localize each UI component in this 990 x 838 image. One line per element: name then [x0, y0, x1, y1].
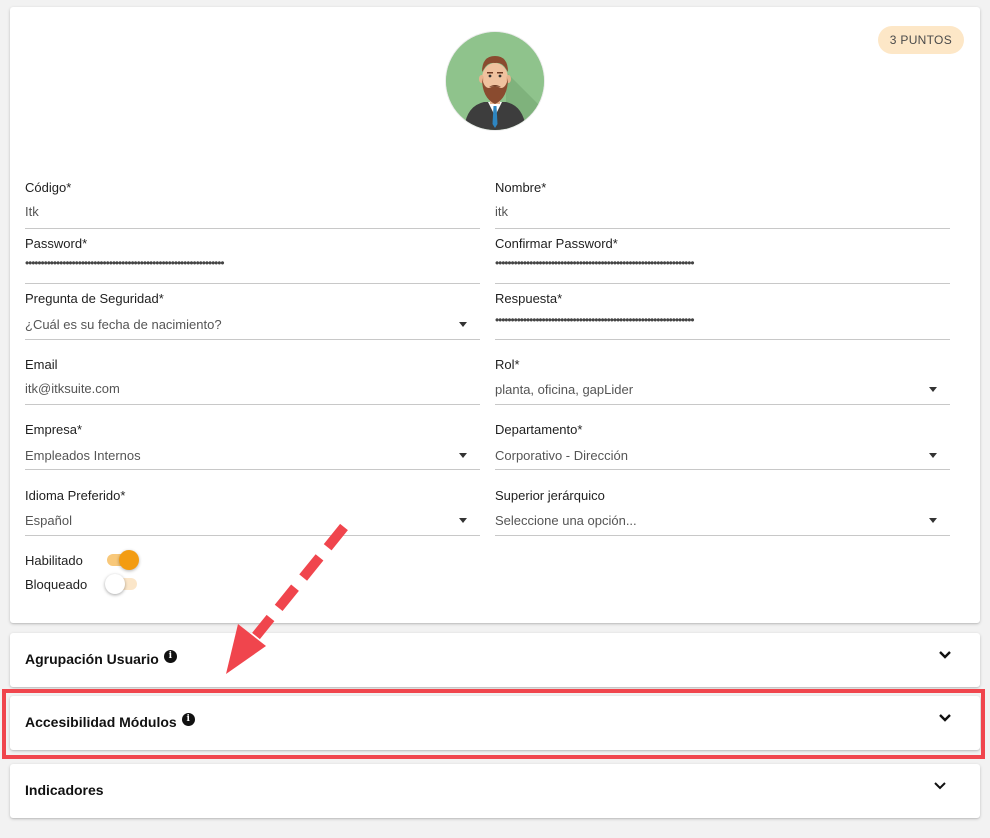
- confirm-password-underline: [495, 283, 950, 284]
- password-field[interactable]: Password* ••••••••••••••••••••••••••••••…: [25, 236, 480, 286]
- points-badge: 3 PUNTOS: [877, 26, 964, 54]
- panel-agrupacion-usuario[interactable]: Agrupación Usuario i: [10, 633, 980, 687]
- chevron-down-icon[interactable]: [938, 713, 952, 723]
- security-question-label: Pregunta de Seguridad*: [25, 291, 164, 306]
- departamento-underline: [495, 469, 950, 470]
- bloqueado-label: Bloqueado: [25, 577, 88, 592]
- idioma-value[interactable]: Español: [25, 513, 72, 528]
- empresa-underline: [25, 469, 480, 470]
- email-value[interactable]: itk@itksuite.com: [25, 381, 120, 396]
- security-question-select[interactable]: Pregunta de Seguridad* ¿Cuál es su fecha…: [25, 291, 480, 343]
- email-field[interactable]: Email itk@itksuite.com: [25, 357, 480, 407]
- empresa-value[interactable]: Empleados Internos: [25, 448, 141, 463]
- user-form-card: 3 PUNTOS Código* Itk Nombre* itk Passwor…: [10, 7, 980, 623]
- password-value[interactable]: ••••••••••••••••••••••••••••••••••••••••…: [25, 256, 225, 270]
- answer-label: Respuesta*: [495, 291, 563, 306]
- idioma-underline: [25, 535, 480, 536]
- email-label: Email: [25, 357, 58, 372]
- departamento-value[interactable]: Corporativo - Dirección: [495, 448, 628, 463]
- idioma-label: Idioma Preferido*: [25, 488, 126, 503]
- nombre-field[interactable]: Nombre* itk: [495, 180, 950, 230]
- codigo-label: Código*: [25, 180, 72, 195]
- chevron-down-icon[interactable]: [938, 650, 952, 660]
- idioma-select[interactable]: Idioma Preferido* Español: [25, 488, 480, 538]
- email-underline: [25, 404, 480, 405]
- panel-accesibilidad-modulos[interactable]: Accesibilidad Módulos i: [10, 696, 980, 750]
- user-avatar-icon[interactable]: [446, 32, 544, 130]
- answer-value[interactable]: ••••••••••••••••••••••••••••••••••••••••…: [495, 313, 695, 327]
- security-question-value[interactable]: ¿Cuál es su fecha de nacimiento?: [25, 317, 222, 332]
- answer-underline: [495, 339, 950, 340]
- nombre-underline: [495, 228, 950, 229]
- panel-title: Agrupación Usuario i: [25, 649, 177, 667]
- habilitado-toggle[interactable]: [105, 549, 139, 571]
- panel-indicadores[interactable]: Indicadores: [10, 764, 980, 818]
- chevron-down-icon[interactable]: [929, 453, 937, 458]
- nombre-label: Nombre*: [495, 180, 547, 195]
- toggle-thumb[interactable]: [105, 574, 125, 594]
- panel-title-text: Accesibilidad Módulos: [25, 714, 177, 730]
- rol-select[interactable]: Rol* planta, oficina, gapLider: [495, 357, 950, 407]
- panel-title: Indicadores: [25, 782, 104, 798]
- confirm-password-field[interactable]: Confirmar Password* ••••••••••••••••••••…: [495, 236, 950, 286]
- confirm-password-label: Confirmar Password*: [495, 236, 618, 251]
- password-underline: [25, 283, 480, 284]
- chevron-down-icon[interactable]: [933, 781, 947, 791]
- habilitado-label: Habilitado: [25, 553, 83, 568]
- nombre-value[interactable]: itk: [495, 204, 508, 219]
- panel-title-text: Indicadores: [25, 782, 104, 798]
- habilitado-row: Habilitado: [25, 550, 165, 575]
- departamento-label: Departamento*: [495, 422, 583, 437]
- toggle-thumb[interactable]: [119, 550, 139, 570]
- empresa-label: Empresa*: [25, 422, 83, 437]
- empresa-select[interactable]: Empresa* Empleados Internos: [25, 422, 480, 472]
- rol-label: Rol*: [495, 357, 520, 372]
- codigo-underline: [25, 228, 480, 229]
- superior-underline: [495, 535, 950, 536]
- confirm-password-value[interactable]: ••••••••••••••••••••••••••••••••••••••••…: [495, 256, 695, 270]
- superior-select[interactable]: Superior jerárquico Seleccione una opció…: [495, 488, 950, 538]
- chevron-down-icon[interactable]: [929, 387, 937, 392]
- panel-title-text: Agrupación Usuario: [25, 651, 159, 667]
- superior-value[interactable]: Seleccione una opción...: [495, 513, 637, 528]
- password-label: Password*: [25, 236, 88, 251]
- info-icon[interactable]: i: [181, 712, 195, 726]
- superior-label: Superior jerárquico: [495, 488, 605, 503]
- chevron-down-icon[interactable]: [459, 518, 467, 523]
- rol-value[interactable]: planta, oficina, gapLider: [495, 382, 633, 397]
- chevron-down-icon[interactable]: [929, 518, 937, 523]
- codigo-field[interactable]: Código* Itk: [25, 180, 480, 230]
- bloqueado-toggle[interactable]: [105, 573, 139, 595]
- codigo-value[interactable]: Itk: [25, 204, 39, 219]
- security-question-underline: [25, 339, 480, 340]
- chevron-down-icon[interactable]: [459, 322, 467, 327]
- panel-title: Accesibilidad Módulos i: [25, 712, 195, 730]
- info-icon[interactable]: i: [163, 649, 177, 663]
- rol-underline: [495, 404, 950, 405]
- chevron-down-icon[interactable]: [459, 453, 467, 458]
- bloqueado-row: Bloqueado: [25, 574, 165, 599]
- departamento-select[interactable]: Departamento* Corporativo - Dirección: [495, 422, 950, 472]
- answer-field[interactable]: Respuesta* •••••••••••••••••••••••••••••…: [495, 291, 950, 343]
